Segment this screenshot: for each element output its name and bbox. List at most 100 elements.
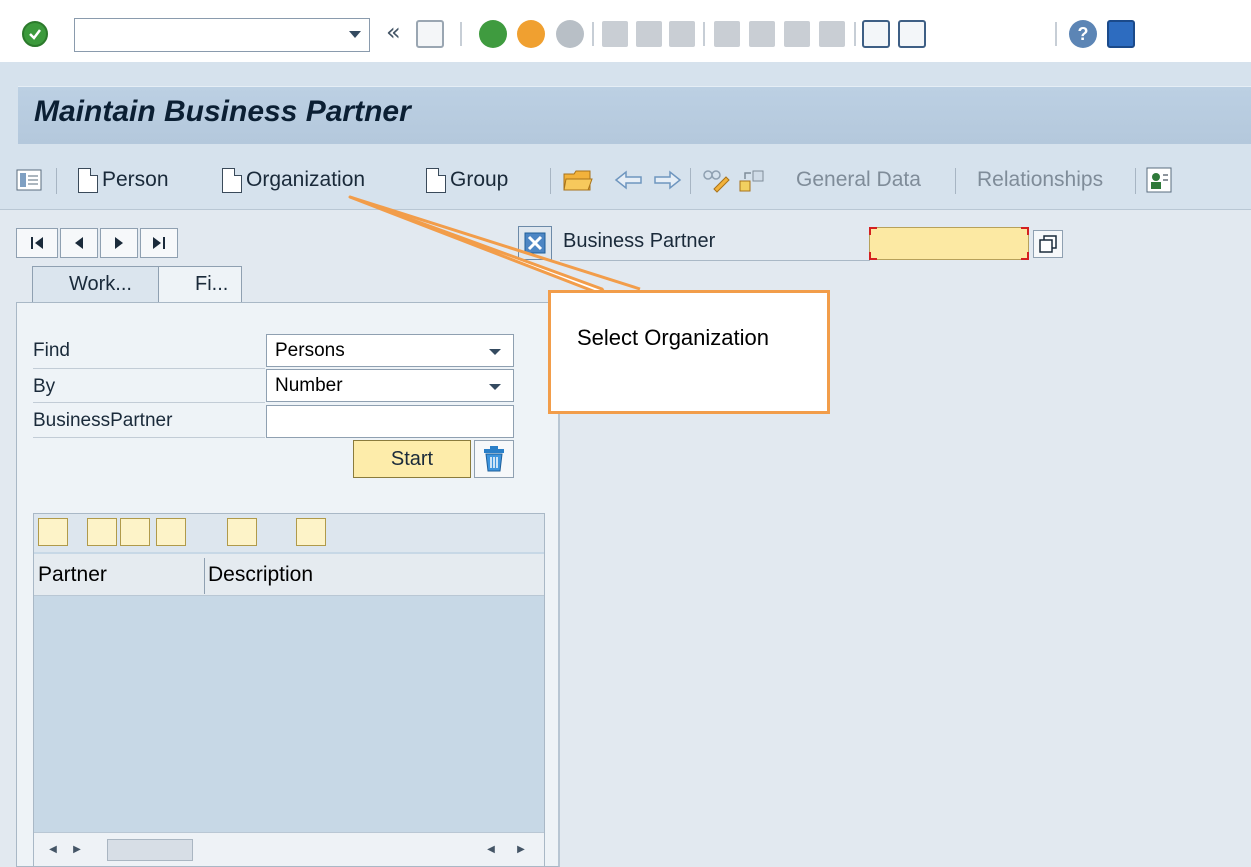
required-marker [1021, 227, 1029, 235]
required-marker [869, 252, 877, 260]
first-entry-button[interactable] [16, 228, 58, 258]
toolbar-separator [690, 168, 691, 194]
start-button[interactable]: Start [353, 440, 471, 478]
create-session-icon[interactable] [862, 20, 890, 48]
column-header-description[interactable]: Description [208, 563, 313, 587]
general-data-label: General Data [796, 168, 921, 191]
cancel-icon[interactable] [556, 20, 584, 48]
toolbar-separator [460, 22, 462, 46]
back-icon[interactable] [479, 20, 507, 48]
toolbar-separator [1135, 168, 1136, 194]
toolbar-separator [703, 22, 705, 46]
business-partner-input[interactable] [870, 228, 1028, 259]
relationships-label: Relationships [977, 168, 1104, 191]
create-organization-button[interactable]: Organization [222, 150, 365, 210]
horizontal-scrollbar[interactable]: ◀ ▶ ◀ ▶ [34, 832, 544, 866]
scroll-thumb[interactable] [107, 839, 193, 861]
by-select-value: Number [275, 375, 343, 396]
last-page-icon[interactable] [819, 21, 845, 47]
details-icon[interactable] [38, 518, 68, 546]
help-icon[interactable]: ? [1069, 20, 1097, 48]
open-folder-icon[interactable] [562, 150, 594, 210]
enter-check-icon[interactable] [22, 21, 48, 47]
required-marker [869, 227, 877, 235]
by-select[interactable]: Number [266, 369, 514, 402]
save-icon[interactable] [416, 20, 444, 48]
partner-overview-icon[interactable] [1146, 150, 1172, 210]
create-group-label: Group [450, 168, 509, 191]
document-icon [426, 167, 446, 193]
tab-worklist[interactable]: Work... [32, 266, 160, 304]
find-next-icon[interactable] [120, 518, 150, 546]
create-group-button[interactable]: Group [426, 150, 508, 210]
clear-trash-icon[interactable] [474, 440, 514, 478]
toolbar-separator [1055, 22, 1057, 46]
command-field[interactable] [74, 18, 370, 52]
page-title: Maintain Business Partner [34, 95, 411, 128]
row-divider [33, 368, 265, 369]
customize-layout-icon[interactable] [1107, 20, 1135, 48]
first-page-icon[interactable] [714, 21, 740, 47]
toolbar-separator [56, 168, 57, 194]
find-select[interactable]: Persons [266, 334, 514, 367]
dropdown-arrow-icon [489, 384, 501, 390]
find-label: Find [33, 340, 70, 361]
previous-page-icon[interactable] [749, 21, 775, 47]
value-help-icon[interactable] [1033, 230, 1063, 258]
businesspartner-field[interactable] [266, 405, 514, 438]
next-arrow-icon[interactable] [652, 150, 682, 210]
row-divider [33, 437, 265, 438]
previous-arrow-icon[interactable] [614, 150, 644, 210]
system-toolbar: « ? [0, 0, 1251, 62]
businesspartner-input[interactable] [267, 406, 513, 437]
application-toolbar: Person Organization Group General Data R… [0, 150, 1251, 210]
find-icon[interactable] [87, 518, 117, 546]
result-list: Partner Description ◀ ▶ ◀ ▶ [33, 513, 545, 867]
find-icon[interactable] [636, 21, 662, 47]
document-icon [78, 167, 98, 193]
display-change-icon[interactable] [700, 150, 732, 210]
close-locator-icon[interactable] [518, 226, 552, 260]
toolbar-separator [550, 168, 551, 194]
command-dropdown-icon[interactable] [349, 31, 361, 38]
layout-icon[interactable] [227, 518, 257, 546]
previous-entry-button[interactable] [60, 228, 98, 258]
scroll-left-icon[interactable]: ◀ [482, 841, 500, 859]
create-person-label: Person [102, 168, 169, 191]
scroll-right-icon[interactable]: ▶ [68, 841, 86, 859]
next-entry-button[interactable] [100, 228, 138, 258]
general-data-button[interactable]: General Data [796, 150, 921, 210]
print-icon[interactable] [602, 21, 628, 47]
navigation-toggle-icon[interactable] [16, 150, 42, 210]
create-shortcut-icon[interactable] [898, 20, 926, 48]
scroll-right-icon[interactable]: ▶ [512, 841, 530, 859]
column-divider[interactable] [204, 558, 205, 594]
scroll-left-icon[interactable]: ◀ [44, 841, 62, 859]
relationships-button[interactable]: Relationships [977, 150, 1103, 210]
collapse-command-icon[interactable]: « [386, 18, 401, 46]
locator-navigation [16, 228, 178, 258]
switch-icon[interactable] [738, 150, 766, 210]
callout-box: Select Organization [548, 290, 830, 414]
last-entry-button[interactable] [140, 228, 178, 258]
required-marker [1021, 252, 1029, 260]
exit-icon[interactable] [517, 20, 545, 48]
businesspartner-label: BusinessPartner [33, 410, 173, 431]
result-list-header: Partner Description [34, 554, 544, 596]
business-partner-label: Business Partner [563, 230, 716, 252]
filter-icon[interactable] [156, 518, 186, 546]
tab-worklist-label: Work... [69, 273, 132, 295]
next-page-icon[interactable] [784, 21, 810, 47]
find-next-icon[interactable] [669, 21, 695, 47]
create-person-button[interactable]: Person [78, 150, 169, 210]
tab-find[interactable]: Fi... [158, 266, 242, 304]
command-input[interactable] [75, 19, 333, 51]
business-partner-field[interactable] [869, 227, 1029, 260]
tab-find-label: Fi... [195, 273, 229, 295]
add-favorite-icon[interactable] [296, 518, 326, 546]
document-icon [222, 167, 242, 193]
column-header-partner[interactable]: Partner [38, 563, 107, 587]
by-label: By [33, 376, 56, 397]
field-underline [560, 260, 870, 261]
callout-text: Select Organization [577, 325, 769, 350]
